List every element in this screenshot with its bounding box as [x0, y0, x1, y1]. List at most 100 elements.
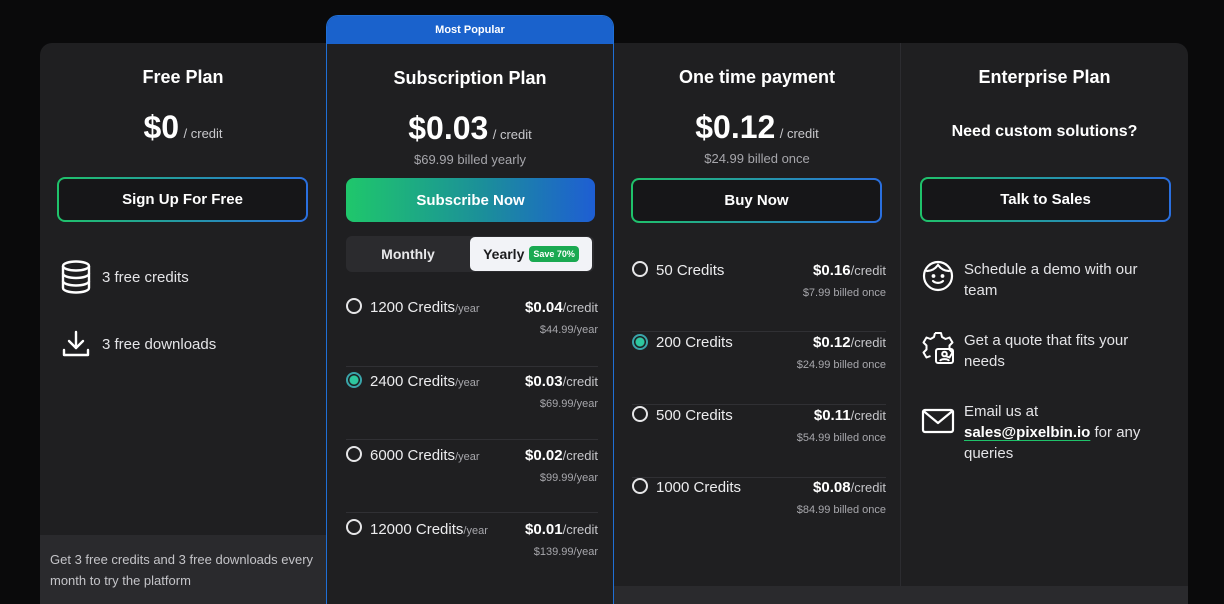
credit-option[interactable]: 2400 Credits/year $0.03/credit $69.99/ye… — [346, 367, 598, 440]
radio-button[interactable] — [632, 406, 648, 422]
price-amount: $0 — [143, 109, 180, 145]
smiley-icon — [922, 260, 954, 292]
billing-period-toggle: Monthly Yearly Save 70% — [346, 236, 594, 272]
option-credits: 500 Credits — [656, 407, 733, 424]
mail-icon — [921, 408, 955, 434]
option-price-amount: $0.16 — [813, 262, 851, 279]
option-label: 2400 Credits/year — [370, 373, 480, 390]
buy-now-button[interactable]: Buy Now — [631, 178, 882, 223]
option-period: /year — [463, 525, 488, 537]
price: $0 / credit — [40, 109, 326, 146]
option-price-unit: /credit — [562, 448, 598, 463]
feature-item: 3 free credits — [60, 260, 189, 294]
option-price: $0.08/credit — [813, 479, 886, 496]
credit-option[interactable]: 1000 Credits $0.08/credit $84.99 billed … — [632, 478, 886, 551]
save-badge: Save 70% — [529, 246, 579, 262]
option-price: $0.03/credit — [525, 373, 598, 390]
option-price: $0.04/credit — [525, 299, 598, 316]
most-popular-badge: Most Popular — [327, 16, 613, 44]
enterprise-subtitle: Need custom solutions? — [951, 123, 1138, 140]
feature-text: 3 free downloads — [102, 335, 217, 353]
credit-option[interactable]: 6000 Credits/year $0.02/credit $99.99/ye… — [346, 440, 598, 513]
option-price: $0.02/credit — [525, 447, 598, 464]
buy-now-button-label: Buy Now — [633, 180, 880, 221]
option-price: $0.11/credit — [814, 407, 886, 424]
free-plan-footer: Get 3 free credits and 3 free downloads … — [40, 535, 326, 604]
option-price-unit: /credit — [850, 335, 886, 350]
option-label: 12000 Credits/year — [370, 521, 488, 538]
credit-option[interactable]: 12000 Credits/year $0.01/credit $139.99/… — [346, 513, 598, 586]
option-billed: $7.99 billed once — [802, 287, 886, 299]
radio-button[interactable] — [632, 261, 648, 277]
radio-button-selected[interactable] — [346, 372, 362, 388]
option-credits: 1000 Credits — [656, 479, 742, 496]
option-price-unit: /credit — [850, 480, 886, 495]
credit-option[interactable]: 500 Credits $0.11/credit $54.99 billed o… — [632, 405, 886, 478]
plan-title: Free Plan — [142, 67, 224, 87]
enterprise-feature-text: Email us at sales@pixelbin.io for any qu… — [964, 401, 1164, 464]
enterprise-plan-card: Enterprise Plan Need custom solutions? T… — [901, 43, 1188, 604]
price-amount: $0.03 — [408, 110, 489, 146]
email-link[interactable]: sales@pixelbin.io — [964, 424, 1090, 441]
credit-option[interactable]: 200 Credits $0.12/credit $24.99 billed o… — [632, 332, 886, 405]
credit-option[interactable]: 50 Credits $0.16/credit $7.99 billed onc… — [632, 259, 886, 332]
option-credits: 50 Credits — [656, 262, 725, 279]
toggle-yearly-label: Yearly — [483, 246, 525, 262]
enterprise-feature: Email us at sales@pixelbin.io for any qu… — [921, 401, 1171, 471]
download-icon — [62, 330, 90, 357]
option-price-amount: $0.12 — [813, 334, 851, 351]
database-icon — [61, 260, 91, 294]
enterprise-feature: Get a quote that fits your needs — [921, 330, 1171, 380]
option-price-unit: /credit — [850, 408, 886, 423]
option-billed: $99.99/year — [539, 472, 598, 484]
billed-text: $69.99 billed yearly — [413, 152, 527, 167]
option-price: $0.01/credit — [525, 521, 598, 538]
option-label: 1200 Credits/year — [370, 299, 480, 316]
option-price-amount: $0.01 — [525, 521, 563, 538]
toggle-monthly[interactable]: Monthly — [346, 236, 470, 272]
talk-to-sales-button[interactable]: Talk to Sales — [920, 177, 1171, 222]
price-unit: / credit — [779, 126, 819, 141]
subscribe-now-button[interactable]: Subscribe Now — [346, 178, 595, 222]
radio-button[interactable] — [346, 446, 362, 462]
billed-text: $24.99 billed once — [704, 151, 810, 166]
plan-title: Enterprise Plan — [978, 67, 1111, 87]
option-billed: $44.99/year — [539, 324, 598, 336]
option-period: /year — [455, 303, 480, 315]
enterprise-feature-text: Schedule a demo with our team — [964, 261, 1138, 299]
sign-up-button-label: Sign Up For Free — [59, 179, 306, 220]
option-price-unit: /credit — [850, 263, 886, 278]
option-billed: $139.99/year — [533, 546, 598, 558]
option-price-amount: $0.03 — [525, 373, 563, 390]
one-time-payment-card: One time payment $0.12 / credit $24.99 b… — [614, 43, 900, 604]
feature-item: 3 free downloads — [60, 330, 216, 358]
price-unit: / credit — [492, 127, 532, 142]
option-period: /year — [455, 377, 480, 389]
option-period: /year — [455, 451, 480, 463]
price: $0.12 / credit — [614, 109, 900, 146]
radio-button-selected[interactable] — [632, 334, 648, 350]
option-credits: 6000 Credits — [370, 447, 456, 464]
option-price-amount: $0.08 — [813, 479, 851, 496]
option-credits: 12000 Credits — [370, 521, 464, 538]
talk-to-sales-button-label: Talk to Sales — [922, 179, 1169, 220]
option-price-amount: $0.04 — [525, 299, 563, 316]
price-amount: $0.12 — [695, 109, 776, 145]
email-prefix: Email us at — [964, 403, 1039, 420]
bottom-strip — [614, 586, 1188, 604]
option-billed: $24.99 billed once — [796, 359, 886, 371]
option-price-unit: /credit — [562, 374, 598, 389]
credit-option[interactable]: 1200 Credits/year $0.04/credit $44.99/ye… — [346, 294, 598, 367]
option-price: $0.12/credit — [813, 334, 886, 351]
free-plan-card: Free Plan $0 / credit Sign Up For Free 3… — [40, 43, 326, 604]
feature-text: 3 free credits — [102, 268, 189, 286]
toggle-yearly[interactable]: Yearly Save 70% — [470, 237, 592, 271]
gear-user-icon — [922, 332, 954, 364]
radio-button[interactable] — [632, 478, 648, 494]
option-price-unit: /credit — [562, 300, 598, 315]
sign-up-button[interactable]: Sign Up For Free — [57, 177, 308, 222]
radio-button[interactable] — [346, 298, 362, 314]
enterprise-feature: Schedule a demo with our team — [921, 259, 1171, 309]
radio-button[interactable] — [346, 519, 362, 535]
price: $0.03 / credit — [327, 110, 613, 147]
